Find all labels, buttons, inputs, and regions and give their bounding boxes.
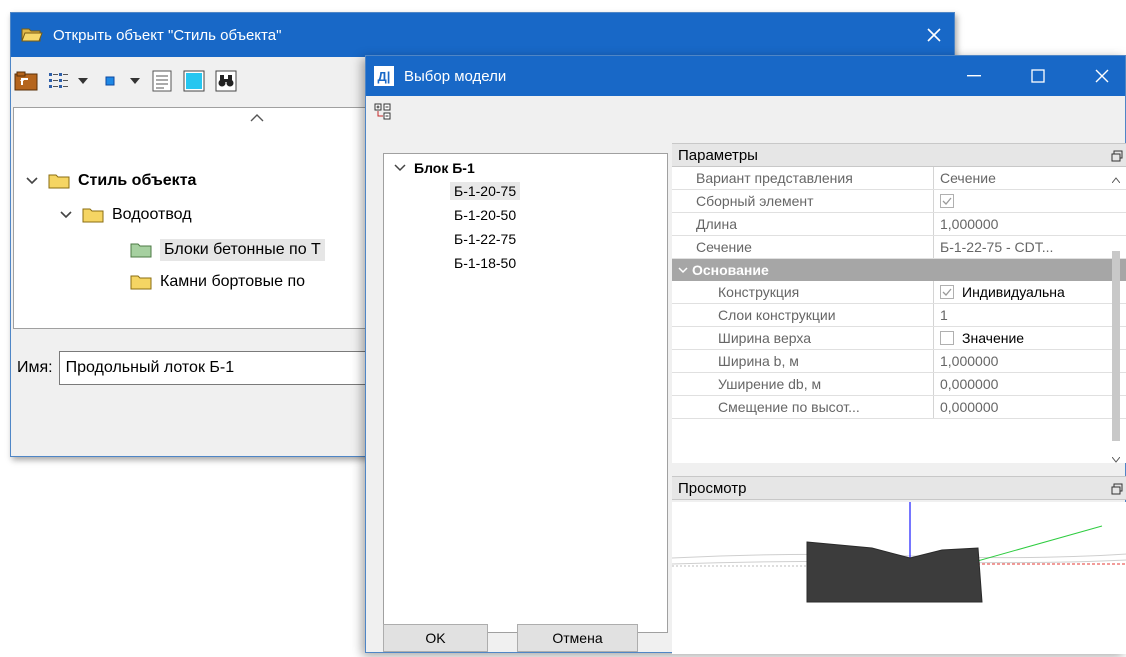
param-value[interactable]: 0,000000 — [934, 373, 1126, 395]
maximize-button[interactable] — [1015, 56, 1061, 96]
checkbox[interactable] — [940, 331, 954, 345]
folder-icon — [48, 173, 70, 189]
expand-collapse-icon[interactable] — [374, 103, 392, 124]
param-value[interactable]: Б-1-22-75 - CDT... — [934, 236, 1126, 258]
tree-node-curb-stones[interactable]: Камни бортовые по — [130, 273, 305, 291]
dialog-title: Открыть объект "Стиль объекта" — [53, 26, 282, 44]
folder-up-button[interactable] — [13, 68, 39, 94]
section-label: Основание — [692, 262, 769, 278]
preview-canvas[interactable] — [671, 502, 1126, 654]
list-item[interactable]: Б-1-22-75 — [450, 230, 520, 248]
panel-title: Параметры — [678, 146, 758, 164]
param-value[interactable]: 1,000000 — [934, 213, 1126, 235]
close-button[interactable] — [1079, 56, 1125, 96]
param-row[interactable]: Вариант представления Сечение — [672, 167, 1126, 190]
scrollbar-thumb[interactable] — [1112, 251, 1120, 441]
cancel-button[interactable]: Отмена — [517, 624, 638, 652]
param-key: Ширина b, м — [672, 350, 934, 372]
app-icon: Д| — [374, 66, 394, 86]
dialog-title: Выбор модели — [404, 67, 507, 85]
param-key: Конструкция — [672, 281, 934, 303]
dock-icon[interactable] — [1111, 482, 1123, 499]
minimize-button[interactable] — [951, 56, 997, 96]
tree-label: Водоотвод — [112, 206, 192, 223]
param-key: Смещение по высот... — [672, 396, 934, 418]
param-row[interactable]: Ширина верха Значение — [672, 327, 1126, 350]
scroll-up-chevron-icon[interactable] — [250, 110, 264, 126]
title-bar: Открыть объект "Стиль объекта" — [11, 13, 954, 57]
chevron-down-icon[interactable] — [58, 211, 74, 219]
tree-label: Блок Б-1 — [414, 160, 475, 176]
params-scrollbar[interactable] — [1109, 175, 1123, 465]
ok-button[interactable]: OK — [383, 624, 488, 652]
tree-label: Стиль объекта — [78, 172, 197, 189]
param-value[interactable]: Сечение — [934, 167, 1126, 189]
param-value: Индивидуальна — [962, 284, 1065, 300]
icon-dropdown-chevron-icon[interactable] — [129, 68, 141, 94]
parameters-panel: Параметры Вариант представления Сечение … — [672, 143, 1126, 463]
param-key: Вариант представления — [672, 167, 934, 189]
param-value[interactable]: 1,000000 — [934, 350, 1126, 372]
param-key: Слои конструкции — [672, 304, 934, 326]
param-row[interactable]: Слои конструкции 1 — [672, 304, 1126, 327]
preview-panel: Просмотр — [671, 476, 1126, 654]
view-dropdown-chevron-icon[interactable] — [77, 68, 89, 94]
panel-title: Просмотр — [678, 479, 747, 497]
folder-icon — [82, 207, 104, 223]
list-item[interactable]: Б-1-20-75 — [450, 182, 521, 200]
folder-icon — [130, 274, 152, 290]
block-section-shape — [806, 541, 983, 603]
chevron-down-icon[interactable] — [676, 266, 690, 274]
param-value[interactable]: 0,000000 — [934, 396, 1126, 418]
param-row[interactable]: Смещение по высот... 0,000000 — [672, 396, 1126, 419]
tree-label: Камни бортовые по — [160, 273, 305, 290]
param-key: Ширина верха — [672, 327, 934, 349]
chevron-down-icon[interactable] — [24, 177, 40, 185]
checkbox[interactable] — [940, 194, 954, 208]
tree-label: Блоки бетонные по Т — [160, 239, 325, 261]
preview-header: Просмотр — [672, 476, 1126, 500]
param-key: Сечение — [672, 236, 934, 258]
tree-node-concrete-blocks[interactable]: Блоки бетонные по Т — [130, 239, 325, 261]
param-row[interactable]: Конструкция Индивидуальна — [672, 281, 1126, 304]
param-key: Длина — [672, 213, 934, 235]
model-select-dialog: Д| Выбор модели Блок Б-1 Б-1-20-75 Б-1-2… — [365, 55, 1126, 654]
checkbox[interactable] — [940, 285, 954, 299]
list-view-icon[interactable] — [45, 68, 71, 94]
tree-node-drainage[interactable]: Водоотвод — [58, 206, 192, 224]
close-button[interactable] — [914, 13, 954, 57]
model-tree: Блок Б-1 Б-1-20-75 Б-1-20-50 Б-1-22-75 Б… — [383, 153, 668, 633]
section-header[interactable]: Основание — [672, 259, 1126, 281]
small-icon-view-icon[interactable] — [97, 68, 123, 94]
tree-node-root[interactable]: Блок Б-1 — [392, 160, 475, 176]
param-key: Уширение db, м — [672, 373, 934, 395]
param-value: Значение — [962, 330, 1025, 346]
title-bar: Д| Выбор модели — [366, 56, 1125, 96]
open-folder-icon — [21, 25, 43, 46]
param-row[interactable]: Сечение Б-1-22-75 - CDT... — [672, 236, 1126, 259]
list-item[interactable]: Б-1-20-50 — [450, 206, 520, 224]
dock-icon[interactable] — [1111, 149, 1123, 166]
name-label: Имя: — [17, 359, 53, 376]
preview-panel-icon[interactable] — [181, 68, 207, 94]
param-key: Сборный элемент — [672, 190, 934, 212]
folder-selected-icon — [130, 242, 152, 258]
param-row[interactable]: Сборный элемент — [672, 190, 1126, 213]
binoculars-icon[interactable] — [213, 68, 239, 94]
toolbar — [366, 96, 1125, 130]
param-row[interactable]: Уширение db, м 0,000000 — [672, 373, 1126, 396]
document-icon[interactable] — [149, 68, 175, 94]
param-row[interactable]: Длина 1,000000 — [672, 213, 1126, 236]
tree-node-root[interactable]: Стиль объекта — [24, 172, 196, 190]
chevron-down-icon[interactable] — [392, 164, 408, 172]
param-value[interactable]: 1 — [934, 304, 1126, 326]
param-row[interactable]: Ширина b, м 1,000000 — [672, 350, 1126, 373]
parameters-header: Параметры — [672, 143, 1126, 167]
list-item[interactable]: Б-1-18-50 — [450, 254, 520, 272]
name-row: Имя: Продольный лоток Б-1 — [11, 351, 419, 385]
